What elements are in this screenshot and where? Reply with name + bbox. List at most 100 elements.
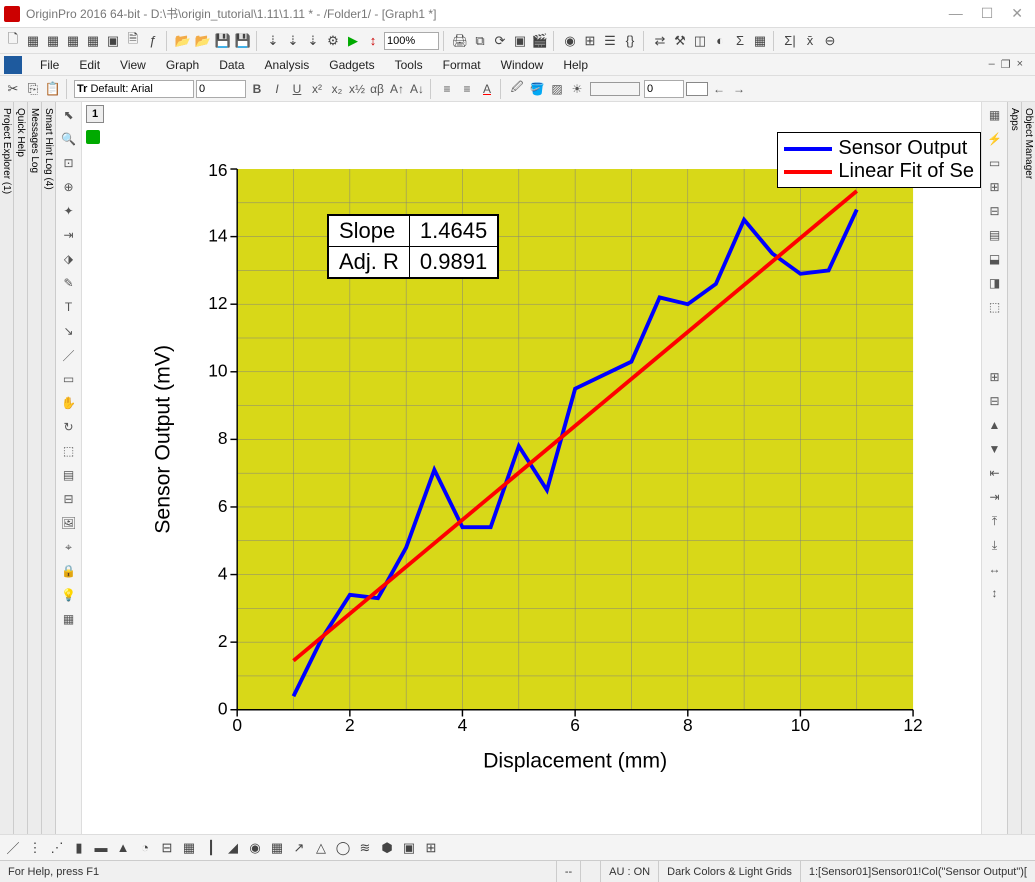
line-width-combo[interactable] [644, 80, 684, 98]
front-btn[interactable]: ▲ [986, 416, 1004, 434]
bold-button[interactable]: B [248, 80, 266, 98]
open-template-icon[interactable]: 📂 [194, 32, 212, 50]
print-icon[interactable]: 🖨 [451, 32, 469, 50]
zoom-in-tool[interactable]: 🔍 [60, 130, 78, 148]
italic-button[interactable]: I [268, 80, 286, 98]
ternary-plot-btn[interactable]: △ [312, 839, 330, 857]
status-dataset[interactable]: 1:[Sensor01]Sensor01!Col("Sensor Output"… [801, 861, 1035, 882]
line-style-combo[interactable] [590, 82, 640, 96]
y-axis-label[interactable]: Sensor Output (mV) [151, 345, 175, 534]
x-axis-label[interactable]: Displacement (mm) [483, 749, 667, 773]
new-notes-icon[interactable]: 🗎 [124, 32, 142, 50]
scatter-plot-btn[interactable]: ⋮ [26, 839, 44, 857]
project-explorer-tab[interactable]: Project Explorer (1) [0, 102, 14, 834]
3d-bar-btn[interactable]: ▣ [400, 839, 418, 857]
menu-analysis[interactable]: Analysis [255, 56, 320, 74]
chart-svg[interactable]: 0 2 4 6 8 10 12 [102, 132, 971, 824]
shift-icon[interactable]: ↕ [364, 32, 382, 50]
minimize-button[interactable]: — [949, 5, 963, 22]
import-multi-icon[interactable]: ⇣ [304, 32, 322, 50]
font-size-combo[interactable] [196, 80, 246, 98]
save-template-icon[interactable]: 💾 [234, 32, 252, 50]
menu-window[interactable]: Window [491, 56, 554, 74]
cut-icon[interactable]: ✂ [4, 80, 22, 98]
recalc-lock-icon[interactable] [86, 130, 100, 144]
messages-log-tab[interactable]: Messages Log [28, 102, 42, 834]
ungroup-btn[interactable]: ⊟ [986, 392, 1004, 410]
new-workbook-icon[interactable]: ▦ [24, 32, 42, 50]
subscript-button[interactable]: x₂ [328, 80, 346, 98]
draw-data-tool[interactable]: ✎ [60, 274, 78, 292]
mdi-close-button[interactable]: × [1017, 58, 1023, 71]
supersub-button[interactable]: x½ [348, 80, 366, 98]
image-tool[interactable]: 🖼 [60, 514, 78, 532]
surface-plot-btn[interactable]: ◢ [224, 839, 242, 857]
mean-icon[interactable]: x̄ [801, 32, 819, 50]
pan-tool[interactable]: ✋ [60, 394, 78, 412]
arrow-start-button[interactable]: ← [710, 80, 728, 98]
graph-workspace[interactable]: 1 [82, 102, 981, 834]
new-excel-icon[interactable]: ▦ [44, 32, 62, 50]
light-button[interactable]: ☀ [568, 80, 586, 98]
rotate-tool[interactable]: ↻ [60, 418, 78, 436]
screen-reader-tool[interactable]: ✦ [60, 202, 78, 220]
slideshow-icon[interactable]: ▣ [511, 32, 529, 50]
mask-tool[interactable]: ⬗ [60, 250, 78, 268]
maximize-button[interactable]: ☐ [981, 5, 994, 22]
arrow-tool[interactable]: ↘ [60, 322, 78, 340]
superscript-button[interactable]: x² [308, 80, 326, 98]
menu-file[interactable]: File [30, 56, 69, 74]
new-matrix-icon[interactable]: ▦ [84, 32, 102, 50]
contour-plot-btn[interactable]: ◉ [246, 839, 264, 857]
status-au[interactable]: AU : ON [601, 861, 659, 882]
column-plot-btn[interactable]: ▮ [70, 839, 88, 857]
anti-alias-toggle[interactable]: ▦ [986, 106, 1004, 124]
menu-gadgets[interactable]: Gadgets [319, 56, 384, 74]
fill-color-button[interactable]: 🪣 [528, 80, 546, 98]
tools-icon[interactable]: ⚒ [671, 32, 689, 50]
menu-help[interactable]: Help [553, 56, 598, 74]
origin-menu-icon[interactable] [4, 56, 22, 74]
light-tool[interactable]: 💡 [60, 586, 78, 604]
refresh-icon[interactable]: ⟳ [491, 32, 509, 50]
lock-tool[interactable]: 🔒 [60, 562, 78, 580]
rectangle-tool[interactable]: ▭ [60, 370, 78, 388]
results-log-icon[interactable]: ☰ [601, 32, 619, 50]
font-color-button[interactable]: A [478, 80, 496, 98]
stats-icon[interactable]: Σ [731, 32, 749, 50]
add-inset-btn[interactable]: ⬚ [986, 298, 1004, 316]
bar-plot-btn[interactable]: ▬ [92, 839, 110, 857]
template-btn[interactable]: ⊞ [422, 839, 440, 857]
snap-tool[interactable]: ⌖ [60, 538, 78, 556]
speed-mode-toggle[interactable]: ⚡ [986, 130, 1004, 148]
font-combo[interactable]: Tr Default: Arial [74, 80, 194, 98]
object-manager-tab[interactable]: Object Manager [1021, 102, 1035, 834]
new-project-icon[interactable]: 🗋 [4, 32, 22, 50]
transfer-icon[interactable]: ⇄ [651, 32, 669, 50]
extract-btn[interactable]: ⊟ [986, 202, 1004, 220]
menu-format[interactable]: Format [433, 56, 491, 74]
box-plot-btn[interactable]: ⊟ [158, 839, 176, 857]
fill-swatch[interactable] [686, 82, 708, 96]
save-icon[interactable]: 💾 [214, 32, 232, 50]
new-layout-icon[interactable]: ▣ [104, 32, 122, 50]
stats-table[interactable]: Slope1.4645 Adj. R0.9891 [327, 214, 499, 279]
stock-plot-btn[interactable]: ┃ [202, 839, 220, 857]
mask-icon[interactable]: ◐ [711, 32, 729, 50]
data-reader-tool[interactable]: ⊕ [60, 178, 78, 196]
mdi-restore-button[interactable]: ❐ [1001, 58, 1011, 71]
arrow-end-button[interactable]: → [730, 80, 748, 98]
new-function-icon[interactable]: ƒ [144, 32, 162, 50]
import-ascii-icon[interactable]: ⇣ [284, 32, 302, 50]
uniform-w-btn[interactable]: ↔ [986, 560, 1004, 578]
align-top-btn[interactable]: ⤒ [986, 512, 1004, 530]
layer-btn[interactable]: ▭ [986, 154, 1004, 172]
image-plot-btn[interactable]: ▦ [268, 839, 286, 857]
vector-plot-btn[interactable]: ↗ [290, 839, 308, 857]
layer-mgmt-tool[interactable]: ▦ [60, 610, 78, 628]
status-theme[interactable]: Dark Colors & Light Grids [659, 861, 801, 882]
align-bottom-btn[interactable]: ⤓ [986, 536, 1004, 554]
menu-tools[interactable]: Tools [385, 56, 433, 74]
line-plot-btn[interactable]: ／ [4, 839, 22, 857]
3d-scatter-btn[interactable]: ⬢ [378, 839, 396, 857]
